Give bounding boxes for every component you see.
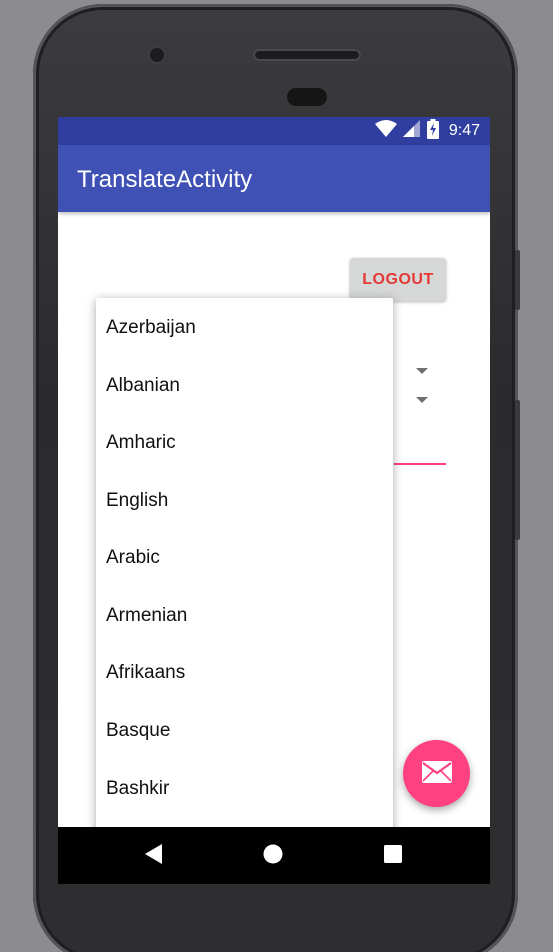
dropdown-item[interactable]: English — [96, 472, 393, 529]
source-language-spinner-arrow[interactable] — [416, 368, 428, 374]
wifi-icon — [374, 120, 397, 142]
logout-button[interactable]: LOGOUT — [350, 258, 446, 301]
app-bar: TranslateActivity — [58, 145, 490, 212]
language-dropdown-list[interactable]: Azerbaijan Albanian Amharic English Arab… — [96, 298, 393, 884]
emulator-stage: 9:47 TranslateActivity LOGOUT Azerbaijan… — [0, 0, 553, 952]
proximity-sensor — [287, 88, 327, 106]
device-screen: 9:47 TranslateActivity LOGOUT Azerbaijan… — [58, 117, 490, 884]
home-icon — [263, 844, 283, 868]
battery-charging-icon — [426, 119, 439, 143]
app-title: TranslateActivity — [77, 166, 253, 193]
dropdown-item[interactable]: Afrikaans — [96, 644, 393, 701]
dropdown-item[interactable]: Albanian — [96, 357, 393, 414]
dropdown-item[interactable]: Arabic — [96, 529, 393, 586]
recents-button[interactable] — [363, 827, 423, 884]
status-time: 9:47 — [448, 122, 480, 139]
send-email-fab[interactable] — [403, 740, 470, 807]
cell-signal-icon — [402, 120, 421, 142]
volume-button[interactable] — [515, 400, 520, 540]
status-icons: 9:47 — [374, 119, 480, 143]
dropdown-item[interactable]: Basque — [96, 702, 393, 759]
dropdown-item[interactable]: Armenian — [96, 587, 393, 644]
email-icon — [421, 760, 453, 788]
dropdown-item[interactable]: Amharic — [96, 414, 393, 471]
recents-icon — [384, 844, 402, 867]
back-button[interactable] — [124, 827, 184, 884]
earpiece-speaker — [253, 49, 361, 61]
dropdown-item[interactable]: Bashkir — [96, 760, 393, 817]
dropdown-item[interactable]: Azerbaijan — [96, 299, 393, 356]
system-nav-bar — [58, 827, 490, 884]
text-input-underline[interactable] — [394, 463, 446, 465]
status-bar: 9:47 — [58, 117, 490, 145]
back-icon — [145, 843, 163, 868]
power-button[interactable] — [515, 250, 520, 310]
home-button[interactable] — [243, 827, 303, 884]
target-language-spinner-arrow[interactable] — [416, 397, 428, 403]
front-camera — [147, 45, 167, 65]
